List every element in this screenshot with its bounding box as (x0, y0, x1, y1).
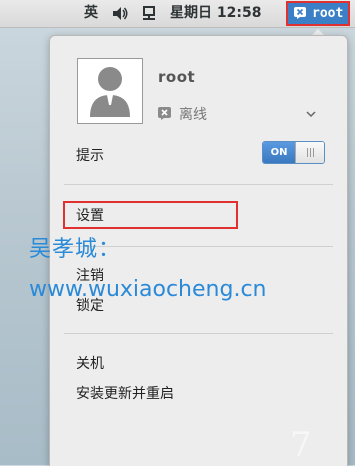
user-menu-label: root (312, 6, 344, 21)
notifications-toggle[interactable]: ON (262, 141, 325, 164)
status-selector[interactable]: 离线 (158, 104, 323, 124)
toggle-knob (295, 142, 324, 163)
avatar (77, 58, 143, 124)
speaker-icon[interactable] (112, 0, 130, 27)
offline-x-icon (158, 107, 171, 120)
menu-item-settings[interactable]: 设置 (76, 205, 104, 225)
network-wired-icon[interactable] (142, 0, 158, 27)
input-method-indicator[interactable]: 英 (84, 0, 98, 27)
separator (64, 184, 333, 185)
separator (64, 333, 333, 334)
chevron-down-icon (306, 111, 316, 118)
offline-x-icon (294, 7, 306, 19)
clock[interactable]: 星期日 12:58 (170, 0, 261, 27)
notifications-label: 提示 (76, 148, 104, 164)
menu-item-install-updates-restart[interactable]: 安装更新并重启 (76, 383, 174, 403)
user-menu-button[interactable]: root (286, 1, 350, 26)
menu-item-shutdown[interactable]: 关机 (76, 353, 104, 373)
top-panel: 英 星期日 12:58 root (0, 0, 355, 28)
toggle-on-label: ON (263, 142, 295, 163)
watermark-author: 吴孝城： (29, 237, 122, 262)
desktop-logo-mark: 7 (290, 425, 312, 465)
username: root (158, 68, 196, 86)
status-label: 离线 (179, 107, 207, 123)
watermark-url: www.wuxiaocheng.cn (29, 277, 267, 302)
user-silhouette-icon (90, 67, 130, 117)
